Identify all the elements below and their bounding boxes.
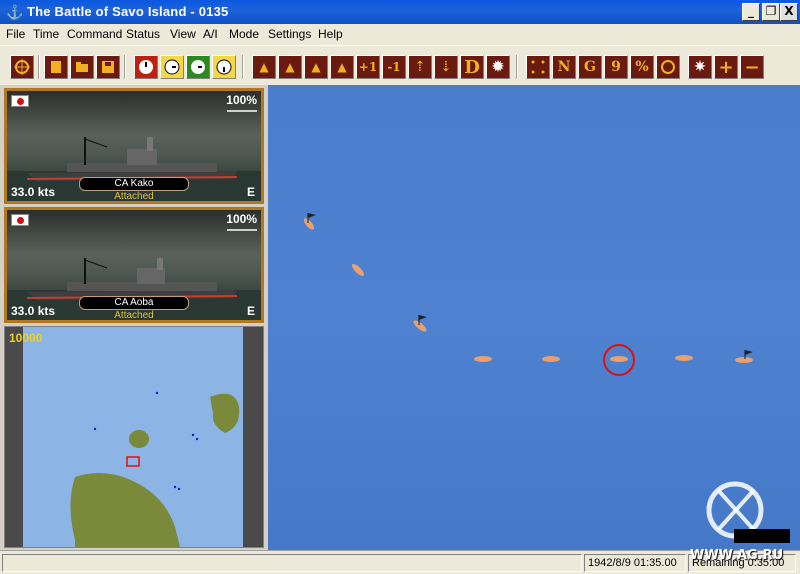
ship-status: Attached [114,191,154,202]
map-scale: 10000 [9,331,43,345]
grid-button[interactable] [526,55,550,79]
burst-icon: ✷ [694,59,706,75]
crosshair-icon [14,59,30,75]
ship-marker[interactable] [474,356,492,362]
ship-speed: 33.0 kts [11,304,56,318]
dive-button[interactable]: ⇣ [434,55,458,79]
letter-n-button[interactable]: N [552,55,576,79]
number-9-button[interactable]: 9 [604,55,628,79]
ship-speed: 33.0 kts [11,185,56,199]
zoom-in-button[interactable]: + [714,55,738,79]
ship-name: CA Aoba [79,296,189,310]
restore-button[interactable]: ❐ [762,3,780,21]
mini-map-terrain [23,327,243,547]
ship-name: CA Kako [79,177,189,191]
toolbar: ▲ ▲ ▲ ▲ +1 -1 ⇡ ⇣ D ✹ N G 9 % ✷ + − [0,45,800,85]
ship-silhouette-icon: ▲ [337,60,347,74]
left-panel: 100% CA Kako Attached 33.0 kts E 100% CA… [0,85,267,550]
surface-button[interactable]: ⇡ [408,55,432,79]
circle-icon [661,60,675,74]
mini-map[interactable]: 10000 [4,326,264,548]
minimize-button[interactable]: _ [742,3,760,21]
tactical-map[interactable] [268,85,800,550]
folder-icon [76,62,88,72]
menu-help[interactable]: Help [318,27,343,41]
target-button[interactable] [10,55,34,79]
logo-bar [734,529,790,543]
ship-marker[interactable] [735,357,753,363]
ship-marker[interactable] [302,217,316,232]
menu-ai[interactable]: A/I [203,27,218,41]
menu-view[interactable]: View [170,27,196,41]
clock-fast-icon [216,59,232,75]
ship-marker[interactable] [542,356,560,362]
speed-fast-button[interactable] [212,55,236,79]
ship-heading: E [246,185,255,199]
document-icon [51,61,61,73]
ship-heading: E [246,304,255,318]
flag-button[interactable]: ✷ [688,55,712,79]
ship-4-button[interactable]: ▲ [330,55,354,79]
zoom-out-button[interactable]: − [740,55,764,79]
speed-up-button[interactable]: +1 [356,55,380,79]
compass-logo-icon [706,481,764,539]
menu-file[interactable]: File [6,27,25,41]
toolbar-separator [38,55,40,79]
ship-status: Attached [114,310,154,321]
title-bar[interactable]: ⚓ The Battle of Savo Island - 0135 _ ❐ X [0,0,800,24]
ship-marker[interactable] [350,262,366,278]
tactical-map-layer [302,213,790,543]
selected-ship-marker[interactable] [603,344,635,376]
arrow-up-icon: ⇡ [414,59,426,75]
explosion-button[interactable]: ✹ [486,55,510,79]
speed-pause-button[interactable] [134,55,158,79]
watermark: WWW.AG.RU [690,548,784,563]
percent-button[interactable]: % [630,55,654,79]
toolbar-separator [124,55,126,79]
menu-command[interactable]: Command [67,27,122,41]
open-file-button[interactable] [70,55,94,79]
menu-mode[interactable]: Mode [229,27,259,41]
letter-g-button[interactable]: G [578,55,602,79]
new-file-button[interactable] [44,55,68,79]
clock-red-icon [139,60,153,74]
range-circle-button[interactable] [656,55,680,79]
toolbar-separator [516,55,518,79]
ship-1-button[interactable]: ▲ [252,55,276,79]
speed-normal-button[interactable] [186,55,210,79]
letter-d-button[interactable]: D [460,55,484,79]
speed-down-button[interactable]: -1 [382,55,406,79]
close-button[interactable]: X [780,3,798,21]
save-button[interactable] [96,55,120,79]
speed-slow-button[interactable] [160,55,184,79]
ship-silhouette-icon: ▲ [311,60,321,74]
status-message [2,554,582,572]
clock-icon [164,59,180,75]
anchor-icon: ⚓ [6,4,24,20]
ship-card-kako[interactable]: 100% CA Kako Attached 33.0 kts E [4,88,264,204]
disk-icon [102,61,114,73]
window-title: The Battle of Savo Island - 0135 [27,4,229,19]
splash-icon: ✹ [492,59,504,75]
menu-time[interactable]: Time [33,27,59,41]
ship-3-button[interactable]: ▲ [304,55,328,79]
arrow-down-icon: ⇣ [440,59,452,75]
clock-green-icon [191,60,205,74]
ship-silhouette-icon: ▲ [259,60,269,74]
dots-grid-icon [531,60,545,74]
menu-status[interactable]: Status [126,27,160,41]
toolbar-separator [242,55,244,79]
status-bar: 1942/8/9 01:35.00 Remaining 0:35:00 [0,550,800,574]
ship-marker[interactable] [412,319,428,334]
ship-2-button[interactable]: ▲ [278,55,302,79]
ship-marker[interactable] [675,355,693,361]
ship-silhouette-icon: ▲ [285,60,295,74]
ship-card-aoba[interactable]: 100% CA Aoba Attached 33.0 kts E [4,207,264,323]
menu-bar: File Time Command Status View A/I Mode S… [0,24,800,45]
menu-settings[interactable]: Settings [268,27,311,41]
game-datetime: 1942/8/9 01:35.00 [584,554,686,572]
